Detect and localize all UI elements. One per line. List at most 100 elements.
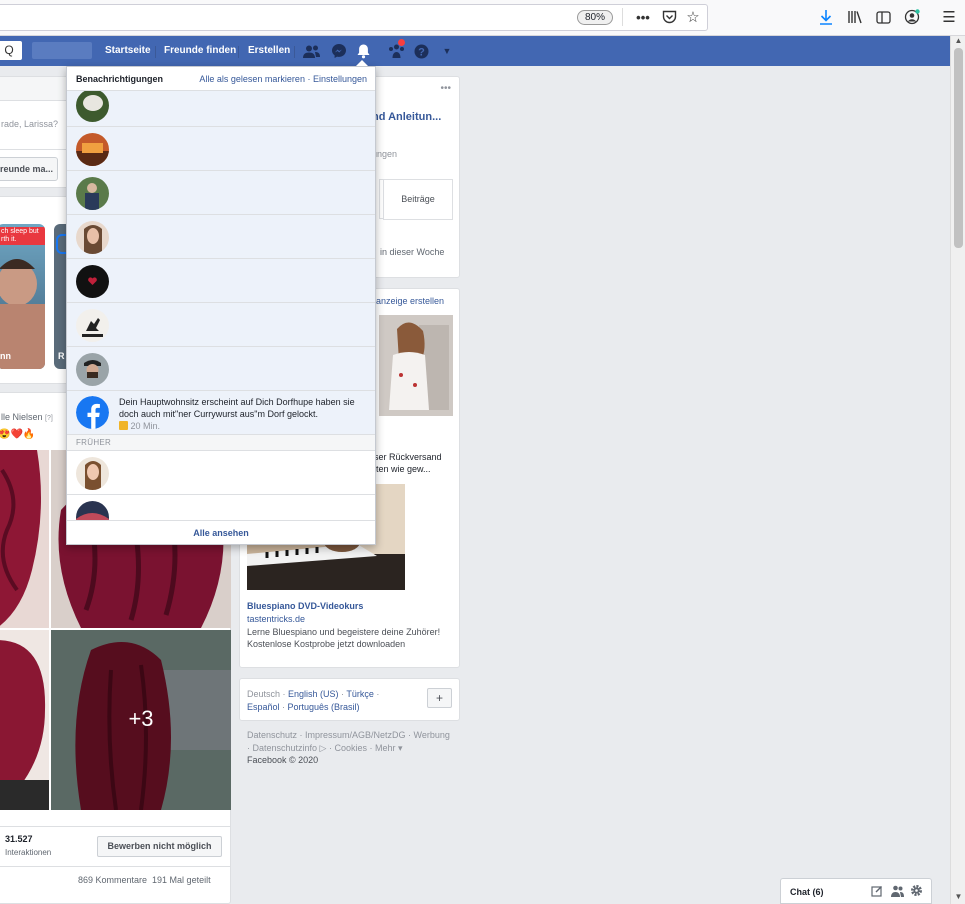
language-option[interactable]: Español bbox=[247, 702, 280, 712]
notifications-dropdown: Benachrichtigungen Alle als gelesen mark… bbox=[66, 66, 376, 545]
ad2-title[interactable]: Bluespiano DVD-Videokurs bbox=[247, 601, 363, 611]
post-author-name[interactable]: lle Nielsen bbox=[1, 412, 43, 422]
story-card[interactable]: ch sleep but rth it. nn bbox=[0, 224, 45, 369]
see-all-link[interactable]: Alle ansehen bbox=[67, 520, 375, 544]
post-author[interactable]: lle Nielsen [?] bbox=[1, 412, 53, 422]
pocket-icon[interactable] bbox=[658, 6, 680, 28]
notification-item[interactable] bbox=[67, 171, 375, 215]
messenger-icon[interactable] bbox=[330, 43, 348, 59]
nav-create[interactable]: Erstellen bbox=[248, 45, 290, 56]
notification-time-text: 20 Min. bbox=[130, 421, 161, 431]
notification-avatar bbox=[76, 177, 109, 210]
divider bbox=[0, 826, 231, 827]
notification-text: Dein Hauptwohnsitz erscheint auf Dich Do… bbox=[119, 397, 355, 419]
download-icon[interactable] bbox=[815, 6, 837, 28]
earlier-section-header: FRÜHER bbox=[67, 435, 375, 451]
footer-links[interactable]: Datenschutz · Impressum/AGB/NetzDG · Wer… bbox=[247, 729, 452, 755]
more-options-icon[interactable]: ••• bbox=[440, 83, 451, 94]
library-icon[interactable] bbox=[844, 6, 866, 28]
account-icon[interactable] bbox=[901, 6, 923, 28]
language-line-2: Español · Português (Brasil) bbox=[247, 702, 360, 712]
notifications-bell-icon[interactable] bbox=[354, 43, 372, 59]
flag-icon bbox=[119, 421, 128, 430]
zoom-indicator[interactable]: 80% bbox=[577, 10, 613, 25]
language-option[interactable]: Português (Brasil) bbox=[288, 702, 360, 712]
notification-avatar bbox=[76, 457, 109, 490]
notification-avatar bbox=[76, 501, 109, 521]
create-ad-link[interactable]: eanzeige erstellen bbox=[371, 296, 444, 306]
chat-bar[interactable]: Chat (6) bbox=[780, 878, 932, 904]
page-title[interactable]: nd Anleitun... bbox=[372, 111, 441, 123]
post-photo[interactable]: +3 bbox=[51, 630, 231, 810]
current-language: Deutsch bbox=[247, 689, 281, 699]
notification-avatar bbox=[76, 91, 109, 122]
notification-item[interactable] bbox=[67, 91, 375, 127]
ad1-text[interactable]: ser Rückversand iten wie gew... bbox=[374, 451, 458, 475]
sidebar-icon[interactable] bbox=[872, 6, 894, 28]
notification-item[interactable] bbox=[67, 451, 375, 495]
notifications-actions: Alle als gelesen markieren · Einstellung… bbox=[199, 74, 367, 84]
nav-home[interactable]: Startseite bbox=[105, 45, 151, 56]
notification-avatar bbox=[76, 265, 109, 298]
posts-tab[interactable]: Beiträge bbox=[383, 179, 453, 220]
more-icon[interactable]: ••• bbox=[632, 6, 654, 28]
notifications-title: Benachrichtigungen bbox=[76, 74, 164, 84]
notification-item[interactable] bbox=[67, 259, 375, 303]
notification-item-facebook[interactable]: Dein Hauptwohnsitz erscheint auf Dich Do… bbox=[67, 391, 375, 435]
notification-avatar bbox=[76, 353, 109, 386]
friends-button[interactable]: reunde ma... bbox=[0, 157, 58, 181]
scroll-down-arrow-icon[interactable]: ▼ bbox=[951, 892, 965, 904]
ad2-domain[interactable]: tastentricks.de bbox=[247, 614, 305, 624]
search-icon[interactable]: Q bbox=[0, 41, 22, 60]
chat-settings-gear-icon[interactable] bbox=[910, 884, 923, 900]
mark-all-read-link[interactable]: Alle als gelesen markieren bbox=[199, 74, 305, 84]
post-author-tag: [?] bbox=[45, 415, 53, 422]
more-photos-count: +3 bbox=[128, 706, 154, 731]
notification-item[interactable] bbox=[67, 495, 375, 521]
notification-time: 20 Min. bbox=[119, 421, 160, 431]
facebook-logo-icon bbox=[76, 396, 109, 429]
friend-requests-icon[interactable] bbox=[302, 43, 320, 59]
add-language-button[interactable]: + bbox=[427, 688, 452, 708]
notification-item[interactable] bbox=[67, 215, 375, 259]
ad1-image[interactable] bbox=[379, 315, 453, 416]
profile-link[interactable] bbox=[32, 42, 92, 59]
account-menu-chevron-down-icon[interactable]: ▼ bbox=[438, 43, 456, 59]
language-option[interactable]: Türkçe bbox=[346, 689, 374, 699]
scroll-up-arrow-icon[interactable]: ▲ bbox=[951, 36, 965, 48]
notifications-list[interactable]: Dein Hauptwohnsitz erscheint auf Dich Do… bbox=[67, 91, 375, 521]
post-photo[interactable] bbox=[0, 450, 49, 628]
nav-divider bbox=[238, 46, 239, 58]
scrollbar-thumb[interactable] bbox=[954, 48, 963, 248]
notification-item[interactable] bbox=[67, 303, 375, 347]
notification-item[interactable] bbox=[67, 347, 375, 391]
hamburger-menu-icon[interactable]: ☰ bbox=[938, 6, 960, 28]
notification-badge bbox=[398, 39, 405, 46]
urlbar-separator bbox=[622, 8, 623, 26]
language-current: Deutsch · English (US) · Türkçe · bbox=[247, 689, 380, 699]
notification-avatar bbox=[76, 309, 109, 342]
dropdown-caret bbox=[356, 60, 368, 66]
interactions-label: Interaktionen bbox=[5, 848, 52, 857]
chat-label[interactable]: Chat (6) bbox=[790, 887, 824, 897]
nav-find-friends[interactable]: Freunde finden bbox=[164, 45, 236, 56]
notification-avatar bbox=[76, 133, 109, 166]
help-icon[interactable]: ? bbox=[412, 43, 430, 59]
apply-button[interactable]: Bewerben nicht möglich bbox=[97, 836, 222, 857]
ad2-description[interactable]: Lerne Bluespiano und begeistere deine Zu… bbox=[247, 626, 457, 650]
language-option[interactable]: English (US) bbox=[288, 689, 339, 699]
post-photo[interactable] bbox=[0, 630, 49, 810]
post-stats[interactable]: 869 Kommentare 191 Mal geteilt bbox=[78, 875, 211, 885]
notification-item[interactable] bbox=[67, 127, 375, 171]
notification-avatar bbox=[76, 221, 109, 254]
new-group-icon[interactable] bbox=[891, 885, 904, 900]
compose-message-icon[interactable] bbox=[871, 885, 883, 900]
page-scrollbar[interactable]: ▲ ▼ bbox=[950, 36, 965, 904]
notification-settings-link[interactable]: Einstellungen bbox=[313, 74, 367, 84]
notifications-header: Benachrichtigungen Alle als gelesen mark… bbox=[67, 67, 375, 91]
language-card: Deutsch · English (US) · Türkçe · Españo… bbox=[239, 678, 460, 721]
bookmark-star-icon[interactable]: ☆ bbox=[682, 6, 704, 28]
composer-input[interactable]: rade, Larissa? bbox=[1, 119, 58, 129]
story-caption: ch sleep but rth it. bbox=[0, 227, 45, 245]
nav-divider bbox=[155, 46, 156, 58]
